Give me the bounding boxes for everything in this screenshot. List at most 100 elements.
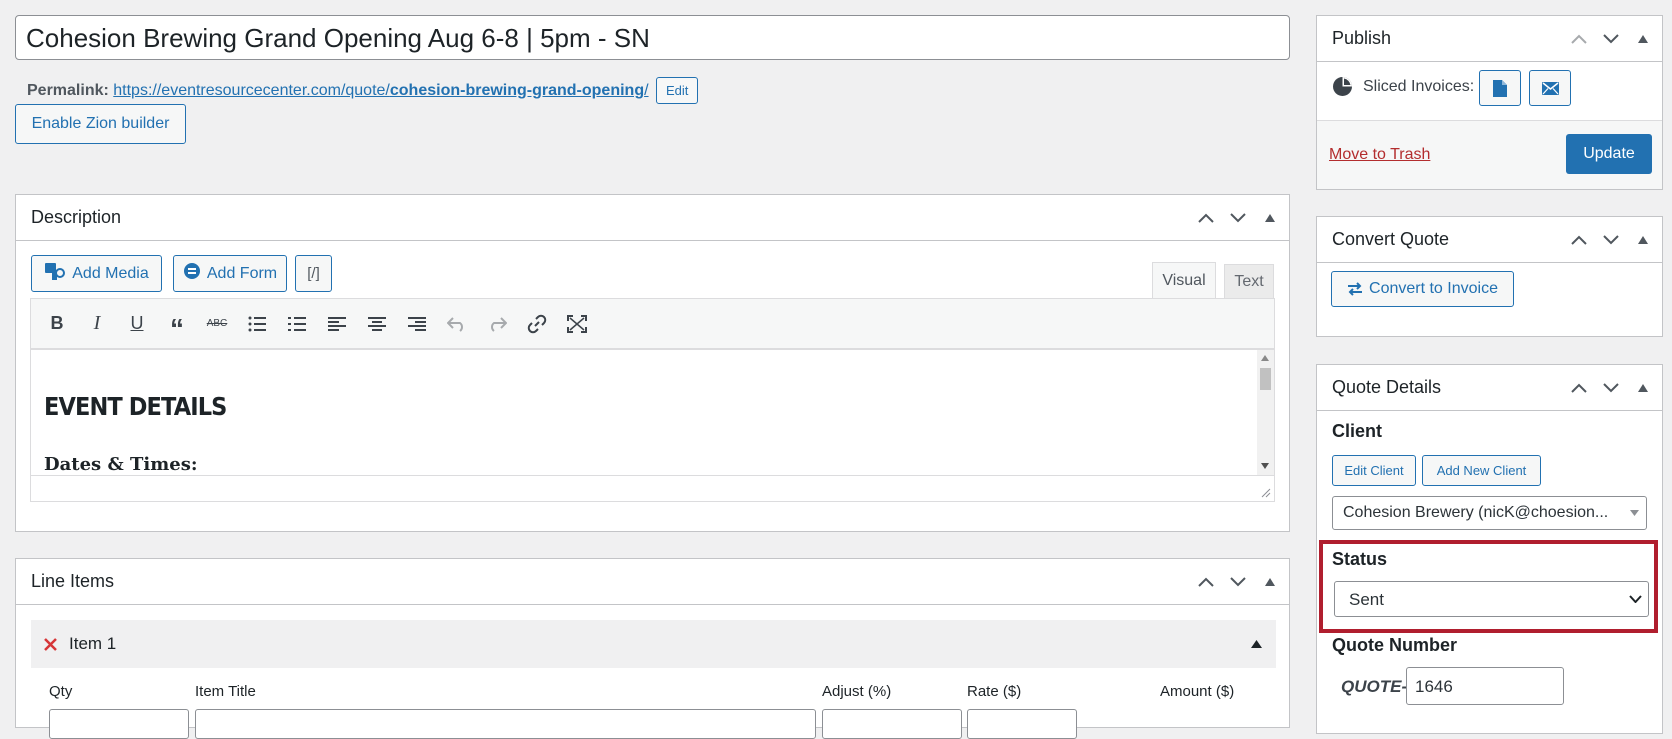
client-select[interactable]: Cohesion Brewery (nicK@choesion... bbox=[1332, 496, 1647, 530]
move-up-icon[interactable] bbox=[1195, 571, 1217, 593]
enable-zion-builder-button[interactable]: Enable Zion builder bbox=[15, 104, 186, 144]
document-icon bbox=[1493, 79, 1507, 97]
move-down-icon[interactable] bbox=[1227, 207, 1249, 229]
move-down-icon[interactable] bbox=[1600, 28, 1622, 50]
pie-chart-icon bbox=[1333, 77, 1352, 96]
strikethrough-icon[interactable]: ABC bbox=[201, 308, 233, 340]
pdf-button[interactable] bbox=[1479, 70, 1521, 106]
col-amount: Amount ($) bbox=[1160, 683, 1235, 700]
move-down-icon[interactable] bbox=[1227, 571, 1249, 593]
scroll-up-icon[interactable] bbox=[1261, 355, 1269, 361]
quote-details-box: Quote Details Client Edit Client Add New… bbox=[1316, 364, 1663, 734]
quote-number-label: Quote Number bbox=[1332, 635, 1458, 655]
convert-quote-title: Convert Quote bbox=[1332, 229, 1450, 249]
publish-box: Publish Sliced Invoices: Move to Trash U… bbox=[1316, 15, 1663, 190]
convert-quote-header: Convert Quote bbox=[1317, 217, 1662, 263]
add-new-client-button[interactable]: Add New Client bbox=[1422, 455, 1541, 486]
quote-details-title: Quote Details bbox=[1332, 377, 1442, 397]
move-to-trash-link[interactable]: Move to Trash bbox=[1329, 146, 1430, 164]
toggle-panel-icon[interactable] bbox=[1632, 229, 1654, 251]
tab-text[interactable]: Text bbox=[1224, 264, 1274, 298]
convert-to-invoice-button[interactable]: Convert to Invoice bbox=[1331, 271, 1514, 307]
status-select[interactable]: Sent bbox=[1334, 581, 1649, 617]
qty-input[interactable] bbox=[49, 709, 189, 739]
permalink-label: Permalink: bbox=[27, 82, 109, 99]
blockquote-icon[interactable]: “ bbox=[161, 308, 193, 344]
fullscreen-icon[interactable] bbox=[561, 308, 593, 340]
tab-visual[interactable]: Visual bbox=[1152, 262, 1216, 299]
quote-number-input[interactable]: 1646 bbox=[1406, 667, 1564, 705]
col-item-title: Item Title bbox=[195, 683, 256, 700]
status-label: Status bbox=[1332, 549, 1388, 569]
italic-icon[interactable]: I bbox=[81, 308, 113, 340]
toggle-panel-icon[interactable] bbox=[1632, 28, 1654, 50]
toggle-panel-icon[interactable] bbox=[1632, 377, 1654, 399]
add-form-button[interactable]: Add Form bbox=[173, 255, 287, 292]
permalink-link[interactable]: https://eventresourcecenter.com/quote/co… bbox=[113, 82, 648, 99]
collapse-item-icon[interactable] bbox=[1251, 640, 1262, 648]
align-left-icon[interactable] bbox=[321, 308, 353, 340]
remove-item-icon[interactable] bbox=[44, 637, 57, 651]
convert-icon bbox=[1348, 282, 1363, 296]
bold-icon[interactable]: B bbox=[41, 308, 73, 340]
move-down-icon[interactable] bbox=[1600, 229, 1622, 251]
chevron-down-icon bbox=[1630, 510, 1639, 516]
shortcode-button[interactable]: [/] bbox=[295, 255, 332, 292]
quote-details-header: Quote Details bbox=[1317, 365, 1662, 411]
col-qty: Qty bbox=[49, 683, 73, 700]
edit-client-button[interactable]: Edit Client bbox=[1332, 455, 1416, 486]
move-up-icon[interactable] bbox=[1568, 377, 1590, 399]
redo-icon[interactable] bbox=[481, 308, 513, 340]
line-item-header[interactable]: Item 1 bbox=[31, 620, 1276, 668]
col-rate: Rate ($) bbox=[967, 683, 1022, 700]
underline-icon[interactable]: U bbox=[121, 308, 153, 340]
content-heading: EVENT DETAILS bbox=[44, 392, 227, 421]
scroll-down-icon[interactable] bbox=[1261, 463, 1269, 469]
move-down-icon[interactable] bbox=[1600, 377, 1622, 399]
link-icon[interactable] bbox=[521, 308, 553, 340]
publish-header: Publish bbox=[1317, 16, 1662, 62]
rate-input[interactable] bbox=[967, 709, 1077, 739]
post-title-input[interactable]: Cohesion Brewing Grand Opening Aug 6-8 |… bbox=[15, 15, 1290, 60]
toggle-panel-icon[interactable] bbox=[1259, 571, 1281, 593]
align-right-icon[interactable] bbox=[401, 308, 433, 340]
move-up-icon[interactable] bbox=[1568, 229, 1590, 251]
publish-title: Publish bbox=[1332, 28, 1392, 48]
undo-icon[interactable] bbox=[441, 308, 473, 340]
scrollbar-thumb[interactable] bbox=[1260, 368, 1271, 390]
email-button[interactable] bbox=[1529, 70, 1571, 106]
form-icon bbox=[183, 262, 201, 285]
convert-quote-box: Convert Quote Convert to Invoice bbox=[1316, 216, 1663, 337]
sliced-invoices-label: Sliced Invoices: bbox=[1363, 77, 1475, 95]
publish-actions: Move to Trash Update bbox=[1317, 120, 1662, 189]
resize-handle-icon[interactable] bbox=[1261, 488, 1271, 498]
content-subheading: Dates & Times: bbox=[44, 454, 198, 475]
description-title: Description bbox=[31, 207, 122, 227]
adjust-input[interactable] bbox=[822, 709, 962, 739]
editor-statusbar-divider bbox=[31, 475, 1274, 476]
line-items-title: Line Items bbox=[31, 571, 115, 591]
permalink-edit-button[interactable]: Edit bbox=[656, 77, 699, 104]
envelope-icon bbox=[1541, 81, 1559, 95]
move-up-icon[interactable] bbox=[1195, 207, 1217, 229]
permalink-row: Permalink: https://eventresourcecenter.c… bbox=[27, 77, 699, 104]
col-adjust: Adjust (%) bbox=[822, 683, 892, 700]
move-up-icon[interactable] bbox=[1568, 28, 1590, 50]
chevron-down-icon bbox=[1629, 595, 1642, 603]
editor-toolbar: B I U “ ABC bbox=[30, 298, 1275, 349]
toggle-panel-icon[interactable] bbox=[1259, 207, 1281, 229]
sliced-invoices-row: Sliced Invoices: bbox=[1332, 76, 1474, 97]
numbered-list-icon[interactable] bbox=[281, 308, 313, 340]
add-media-button[interactable]: Add Media bbox=[31, 255, 162, 292]
client-label: Client bbox=[1332, 421, 1383, 441]
line-items-header: Line Items bbox=[16, 559, 1289, 605]
align-center-icon[interactable] bbox=[361, 308, 393, 340]
item-title-input[interactable] bbox=[195, 709, 816, 739]
editor-content-area[interactable]: EVENT DETAILS Dates & Times: bbox=[30, 349, 1275, 502]
editor-scrollbar[interactable] bbox=[1257, 350, 1274, 475]
add-media-icon bbox=[44, 261, 66, 286]
description-header: Description bbox=[16, 195, 1289, 241]
update-button[interactable]: Update bbox=[1566, 134, 1652, 174]
quote-number-prefix: QUOTE- bbox=[1341, 677, 1408, 696]
bullet-list-icon[interactable] bbox=[241, 308, 273, 340]
